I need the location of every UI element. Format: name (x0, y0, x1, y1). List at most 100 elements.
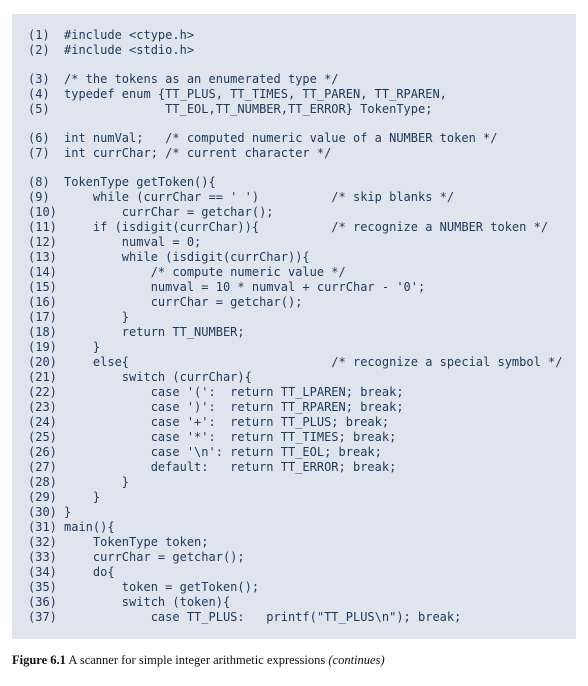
line-number: (14) (20, 265, 64, 280)
line-number: (24) (20, 415, 64, 430)
code-line: (17) } (20, 310, 568, 325)
code-line: (29) } (20, 490, 568, 505)
line-text: if (isdigit(currChar)){ /* recognize a N… (64, 220, 568, 235)
line-text: TokenType getToken(){ (64, 175, 568, 190)
code-line: (8)TokenType getToken(){ (20, 175, 568, 190)
code-line: (21) switch (currChar){ (20, 370, 568, 385)
code-line: (24) case '+': return TT_PLUS; break; (20, 415, 568, 430)
line-text: currChar = getchar(); (64, 205, 568, 220)
code-line: (36) switch (token){ (20, 595, 568, 610)
line-number: (36) (20, 595, 64, 610)
blank-line (20, 161, 568, 175)
line-number: (30) (20, 505, 64, 520)
line-text: int numVal; /* computed numeric value of… (64, 131, 568, 146)
line-text: return TT_NUMBER; (64, 325, 568, 340)
line-number: (10) (20, 205, 64, 220)
code-line: (3)/* the tokens as an enumerated type *… (20, 72, 568, 87)
line-number: (6) (20, 131, 64, 146)
code-line: (27) default: return TT_ERROR; break; (20, 460, 568, 475)
blank-line (20, 117, 568, 131)
line-number: (27) (20, 460, 64, 475)
code-line: (15) numval = 10 * numval + currChar - '… (20, 280, 568, 295)
line-number: (37) (20, 610, 64, 625)
line-text: /* compute numeric value */ (64, 265, 568, 280)
code-line: (32) TokenType token; (20, 535, 568, 550)
line-text: } (64, 505, 568, 520)
line-number: (32) (20, 535, 64, 550)
code-line: (34) do{ (20, 565, 568, 580)
figure-continues: (continues) (328, 653, 384, 667)
line-number: (22) (20, 385, 64, 400)
code-line: (37) case TT_PLUS: printf("TT_PLUS\n"); … (20, 610, 568, 625)
code-line: (6)int numVal; /* computed numeric value… (20, 131, 568, 146)
code-line: (13) while (isdigit(currChar)){ (20, 250, 568, 265)
line-text: main(){ (64, 520, 568, 535)
line-number: (23) (20, 400, 64, 415)
line-text: default: return TT_ERROR; break; (64, 460, 568, 475)
line-text: numval = 0; (64, 235, 568, 250)
line-text: currChar = getchar(); (64, 550, 568, 565)
code-line: (14) /* compute numeric value */ (20, 265, 568, 280)
line-text: while (currChar == ' ') /* skip blanks *… (64, 190, 568, 205)
line-text: do{ (64, 565, 568, 580)
line-number: (1) (20, 28, 64, 43)
line-number: (34) (20, 565, 64, 580)
line-text: switch (currChar){ (64, 370, 568, 385)
line-text: currChar = getchar(); (64, 295, 568, 310)
line-text: while (isdigit(currChar)){ (64, 250, 568, 265)
figure-caption: Figure 6.1 A scanner for simple integer … (12, 653, 576, 668)
line-text: case '*': return TT_TIMES; break; (64, 430, 568, 445)
code-line: (2)#include <stdio.h> (20, 43, 568, 58)
line-text: case '(': return TT_LPAREN; break; (64, 385, 568, 400)
line-text: #include <stdio.h> (64, 43, 568, 58)
line-text: /* the tokens as an enumerated type */ (64, 72, 568, 87)
line-text: switch (token){ (64, 595, 568, 610)
code-line: (23) case ')': return TT_RPAREN; break; (20, 400, 568, 415)
line-number: (4) (20, 87, 64, 102)
blank-line (20, 58, 568, 72)
code-line: (1)#include <ctype.h> (20, 28, 568, 43)
line-number: (29) (20, 490, 64, 505)
line-number: (17) (20, 310, 64, 325)
page: (1)#include <ctype.h>(2)#include <stdio.… (0, 0, 588, 686)
line-text: int currChar; /* current character */ (64, 146, 568, 161)
line-number: (35) (20, 580, 64, 595)
code-line: (12) numval = 0; (20, 235, 568, 250)
line-number: (21) (20, 370, 64, 385)
line-number: (7) (20, 146, 64, 161)
line-number: (20) (20, 355, 64, 370)
code-line: (19) } (20, 340, 568, 355)
line-number: (15) (20, 280, 64, 295)
line-number: (9) (20, 190, 64, 205)
line-number: (2) (20, 43, 64, 58)
line-text: } (64, 310, 568, 325)
line-text: numval = 10 * numval + currChar - '0'; (64, 280, 568, 295)
line-number: (11) (20, 220, 64, 235)
code-line: (11) if (isdigit(currChar)){ /* recogniz… (20, 220, 568, 235)
line-number: (8) (20, 175, 64, 190)
line-text: } (64, 475, 568, 490)
line-text: else{ /* recognize a special symbol */ (64, 355, 568, 370)
line-number: (16) (20, 295, 64, 310)
code-line: (31)main(){ (20, 520, 568, 535)
line-text: case TT_PLUS: printf("TT_PLUS\n"); break… (64, 610, 568, 625)
code-line: (33) currChar = getchar(); (20, 550, 568, 565)
line-text: } (64, 490, 568, 505)
line-text: case '\n': return TT_EOL; break; (64, 445, 568, 460)
code-line: (26) case '\n': return TT_EOL; break; (20, 445, 568, 460)
line-number: (25) (20, 430, 64, 445)
line-number: (31) (20, 520, 64, 535)
code-listing: (1)#include <ctype.h>(2)#include <stdio.… (12, 14, 576, 639)
line-number: (26) (20, 445, 64, 460)
code-line: (28) } (20, 475, 568, 490)
code-line: (25) case '*': return TT_TIMES; break; (20, 430, 568, 445)
line-number: (18) (20, 325, 64, 340)
code-line: (7)int currChar; /* current character */ (20, 146, 568, 161)
line-number: (12) (20, 235, 64, 250)
code-line: (9) while (currChar == ' ') /* skip blan… (20, 190, 568, 205)
figure-caption-text: A scanner for simple integer arithmetic … (66, 653, 328, 667)
code-line: (5) TT_EOL,TT_NUMBER,TT_ERROR} TokenType… (20, 102, 568, 117)
line-number: (28) (20, 475, 64, 490)
line-text: case '+': return TT_PLUS; break; (64, 415, 568, 430)
line-number: (5) (20, 102, 64, 117)
